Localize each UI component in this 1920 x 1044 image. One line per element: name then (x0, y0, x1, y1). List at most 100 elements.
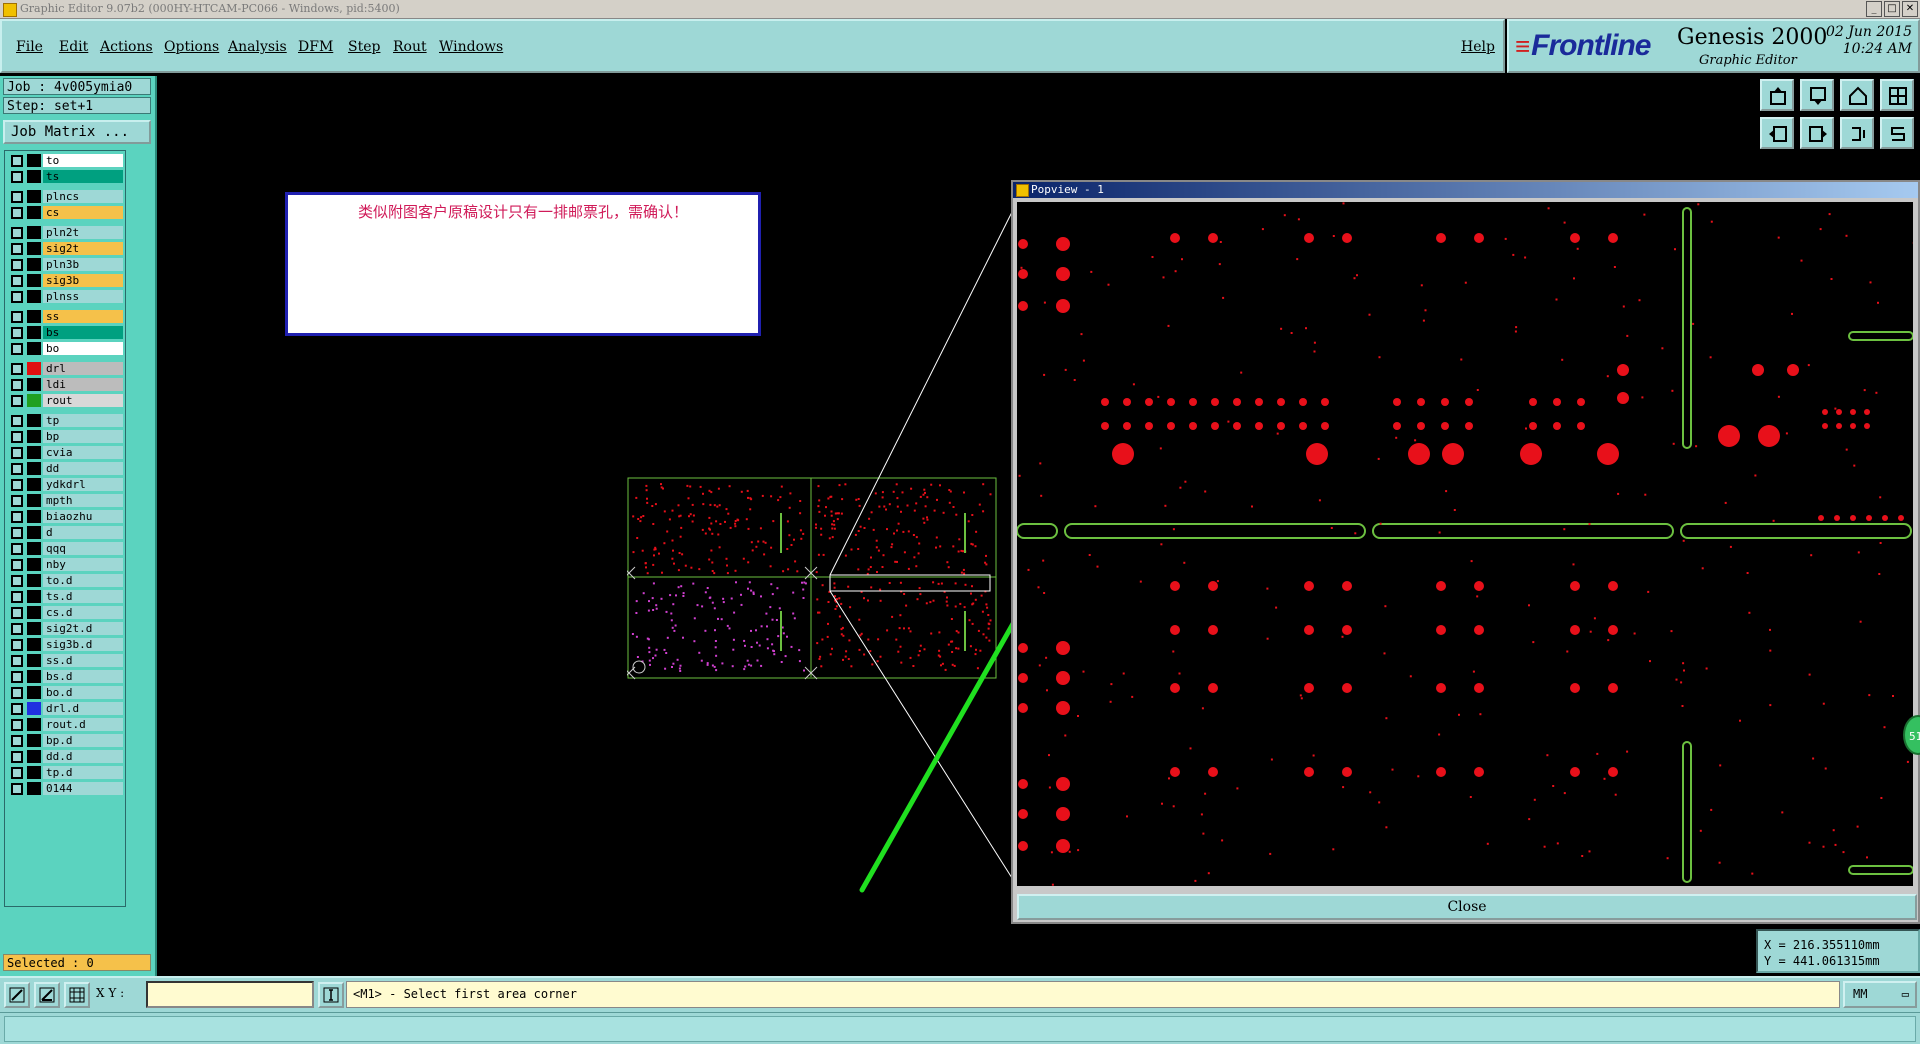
small-via (1267, 638, 1269, 640)
small-via (1126, 815, 1128, 817)
rout-slot (1681, 524, 1911, 538)
small-via (1179, 673, 1181, 675)
pad (1570, 581, 1580, 591)
small-via (1473, 671, 1475, 673)
zoom-line-bottom (830, 591, 1012, 878)
small-via (1172, 651, 1174, 653)
small-via (1369, 314, 1371, 316)
small-via (1202, 833, 1204, 835)
small-via (1439, 532, 1441, 534)
small-via (1356, 274, 1358, 276)
small-via (1880, 542, 1882, 544)
small-via (1395, 437, 1397, 439)
input-mode-button[interactable] (318, 982, 344, 1008)
small-via (1342, 786, 1344, 788)
large-pad (1112, 443, 1134, 465)
pad (1608, 767, 1618, 777)
unit-select[interactable]: MM▭ (1843, 981, 1917, 1008)
small-via (1296, 258, 1298, 260)
small-via (1563, 528, 1565, 530)
small-via (1487, 843, 1489, 845)
small-via (1354, 532, 1356, 534)
small-via (1769, 704, 1771, 706)
small-via (1711, 221, 1713, 223)
small-via (1284, 214, 1286, 216)
small-via (1880, 797, 1882, 799)
small-via (1879, 496, 1881, 498)
unit-value: MM (1853, 987, 1867, 1001)
small-via (1594, 617, 1596, 619)
pad (1056, 777, 1070, 791)
measure-button[interactable] (4, 982, 30, 1008)
pad (1474, 683, 1484, 693)
pad (1864, 423, 1870, 429)
small-via (1262, 228, 1264, 230)
xy-input[interactable] (146, 981, 314, 1008)
small-via (1077, 715, 1079, 717)
small-via (1179, 487, 1181, 489)
small-via (1157, 396, 1159, 398)
small-via (1305, 327, 1307, 329)
small-via (1342, 636, 1344, 638)
pad (1170, 625, 1180, 635)
pad (1752, 364, 1764, 376)
small-via (1043, 592, 1045, 594)
small-via (1719, 862, 1721, 864)
small-via (1194, 880, 1196, 882)
pad (1167, 422, 1175, 430)
pad (1850, 409, 1856, 415)
small-via (1786, 432, 1788, 434)
small-via (1556, 299, 1558, 301)
small-via (1706, 668, 1708, 670)
annotation-note-text: 类似附图客户原稿设计只有一排邮票孔，需确认！ (288, 201, 758, 222)
pad (1864, 409, 1870, 415)
snap-grid-button[interactable] (64, 982, 90, 1008)
small-via (1183, 562, 1185, 564)
rout-slot (1065, 524, 1365, 538)
pad (1570, 625, 1580, 635)
small-via (1700, 830, 1702, 832)
small-via (1038, 586, 1040, 588)
small-via (1831, 278, 1833, 280)
small-via (1843, 851, 1845, 853)
popview-close-button[interactable]: Close (1017, 894, 1917, 920)
large-pad (1306, 443, 1328, 465)
ruler-button[interactable] (34, 982, 60, 1008)
line-tool-icon (9, 987, 25, 1003)
small-via (1063, 279, 1065, 281)
small-via (1781, 811, 1783, 813)
small-via (1812, 758, 1814, 760)
small-via (1564, 792, 1566, 794)
small-via (1577, 248, 1579, 250)
small-via (1683, 540, 1685, 542)
rout-slot (1849, 332, 1913, 340)
pad (1342, 233, 1352, 243)
small-via (1834, 408, 1836, 410)
small-via (1222, 297, 1224, 299)
small-via (1515, 331, 1517, 333)
small-via (1710, 356, 1712, 358)
pad (1304, 581, 1314, 591)
small-via (1425, 309, 1427, 311)
pad (1056, 267, 1070, 281)
small-via (1649, 660, 1651, 662)
small-via (1333, 235, 1335, 237)
small-via (1052, 884, 1054, 886)
pad (1255, 422, 1263, 430)
message-bar-field (4, 1016, 1916, 1042)
small-via (1853, 465, 1855, 467)
small-via (1528, 604, 1530, 606)
small-via (1039, 664, 1041, 666)
pad (1304, 233, 1314, 243)
small-via (1769, 629, 1771, 631)
small-via (1184, 481, 1186, 483)
small-via (1028, 569, 1030, 571)
small-via (1064, 735, 1066, 737)
small-via (1769, 650, 1771, 652)
small-via (1152, 256, 1154, 258)
small-via (1077, 849, 1079, 851)
pad (1018, 779, 1028, 789)
small-via (1369, 791, 1371, 793)
small-via (1019, 475, 1021, 477)
popview-canvas[interactable] (1017, 202, 1913, 886)
